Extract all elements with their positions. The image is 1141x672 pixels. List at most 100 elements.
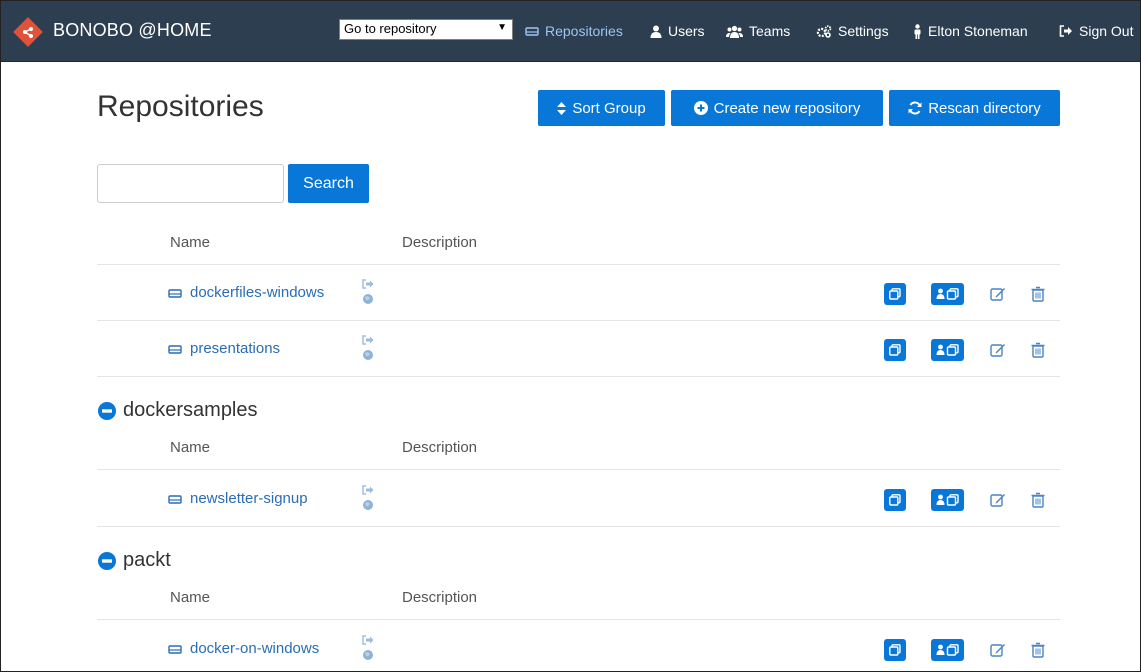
go-to-repository-select[interactable]: Go to repository ▼ xyxy=(339,19,513,40)
user-icon xyxy=(650,25,662,38)
hdd-icon xyxy=(525,27,539,36)
sort-group-button[interactable]: Sort Group xyxy=(538,90,665,126)
repo-status-icons xyxy=(362,335,374,360)
nav-teams-label: Teams xyxy=(749,23,791,39)
create-repository-button[interactable]: Create new repository xyxy=(671,90,883,126)
repo-link-newsletter-signup[interactable]: newsletter-signup xyxy=(168,490,308,507)
user-clone-icon xyxy=(936,288,959,300)
clone-url-with-user-button[interactable] xyxy=(931,339,964,361)
group-header-packt[interactable]: packt xyxy=(97,549,171,572)
column-header-description: Description xyxy=(402,439,478,456)
clone-url-button[interactable] xyxy=(884,639,906,661)
user-clone-icon xyxy=(936,344,959,356)
edit-icon[interactable] xyxy=(990,642,1006,658)
globe-icon xyxy=(363,294,373,304)
nav-teams[interactable]: Teams xyxy=(726,21,790,41)
group-title: packt xyxy=(123,549,171,571)
create-repository-label: Create new repository xyxy=(713,99,861,117)
clone-icon xyxy=(889,288,901,300)
nav-user-label: Elton Stoneman xyxy=(928,23,1028,39)
globe-icon xyxy=(363,650,373,660)
group-title: dockersamples xyxy=(123,399,258,421)
repo-status-icons xyxy=(362,485,374,510)
column-header-name: Name xyxy=(170,234,211,251)
column-header-name: Name xyxy=(170,439,211,456)
nav-user-profile[interactable]: Elton Stoneman xyxy=(913,21,1028,41)
row-divider xyxy=(97,526,1060,527)
hdd-icon xyxy=(168,494,182,504)
sign-out-icon xyxy=(1059,25,1072,37)
edit-icon[interactable] xyxy=(990,286,1006,302)
row-divider xyxy=(97,320,1060,321)
trash-icon[interactable] xyxy=(1030,342,1046,358)
nav-settings-label: Settings xyxy=(838,23,889,39)
user-clone-icon xyxy=(936,494,959,506)
edit-icon[interactable] xyxy=(990,342,1006,358)
clone-url-with-user-button[interactable] xyxy=(931,489,964,511)
nav-users-label: Users xyxy=(668,23,705,39)
rescan-directory-label: Rescan directory xyxy=(928,99,1041,117)
clone-url-button[interactable] xyxy=(884,283,906,305)
clone-icon xyxy=(889,494,901,506)
top-navbar: BONOBO @HOME Go to repository ▼ Reposito… xyxy=(0,0,1141,62)
hdd-icon xyxy=(168,344,182,354)
minus-circle-icon xyxy=(98,551,116,570)
repo-name: presentations xyxy=(190,340,281,357)
repo-link-docker-on-windows[interactable]: docker-on-windows xyxy=(168,640,319,657)
row-divider xyxy=(97,264,1060,265)
column-header-description: Description xyxy=(402,234,478,251)
repo-status-icons xyxy=(362,635,374,660)
row-divider xyxy=(97,469,1060,470)
repo-name: docker-on-windows xyxy=(190,640,320,657)
search-input[interactable] xyxy=(97,164,284,203)
repo-status-icons xyxy=(362,279,374,304)
row-divider xyxy=(97,376,1060,377)
repo-name: dockerfiles-windows xyxy=(190,284,325,301)
column-header-name: Name xyxy=(170,589,211,606)
group-header-dockersamples[interactable]: dockersamples xyxy=(97,399,258,422)
column-header-description: Description xyxy=(402,589,478,606)
search-button[interactable]: Search xyxy=(288,164,369,203)
clone-url-with-user-button[interactable] xyxy=(931,283,964,305)
trash-icon[interactable] xyxy=(1030,642,1046,658)
group-icon xyxy=(726,25,743,38)
clone-icon xyxy=(889,644,901,656)
clone-url-button[interactable] xyxy=(884,339,906,361)
page-title: Repositories xyxy=(97,90,264,123)
repo-select-value: Go to repository xyxy=(344,21,437,36)
user-male-icon xyxy=(914,23,921,39)
plus-circle-icon xyxy=(693,101,708,115)
brand-title[interactable]: BONOBO @HOME xyxy=(53,20,212,41)
repo-link-dockerfiles-windows[interactable]: dockerfiles-windows xyxy=(168,284,324,301)
clone-url-with-user-button[interactable] xyxy=(931,639,964,661)
rescan-directory-button[interactable]: Rescan directory xyxy=(889,90,1060,126)
minus-circle-icon xyxy=(98,401,116,420)
nav-settings[interactable]: Settings xyxy=(816,21,889,41)
nav-users[interactable]: Users xyxy=(650,21,705,41)
nav-sign-out-label: Sign Out xyxy=(1079,23,1134,39)
repo-name: newsletter-signup xyxy=(190,490,308,507)
push-status-icon xyxy=(362,279,374,289)
clone-url-button[interactable] xyxy=(884,489,906,511)
hdd-icon xyxy=(168,288,182,298)
push-status-icon xyxy=(362,485,374,495)
row-divider xyxy=(97,619,1060,620)
dropdown-arrow-icon: ▼ xyxy=(497,22,507,33)
nav-repositories[interactable]: Repositories xyxy=(525,21,623,41)
cogs-icon xyxy=(816,24,832,38)
trash-icon[interactable] xyxy=(1030,286,1046,302)
refresh-icon xyxy=(908,101,922,115)
sort-icon xyxy=(557,101,567,115)
edit-icon[interactable] xyxy=(990,492,1006,508)
git-diamond-icon[interactable] xyxy=(13,17,43,47)
push-status-icon xyxy=(362,335,374,345)
nav-sign-out[interactable]: Sign Out xyxy=(1059,21,1133,41)
push-status-icon xyxy=(362,635,374,645)
globe-icon xyxy=(363,500,373,510)
trash-icon[interactable] xyxy=(1030,492,1046,508)
repo-link-presentations[interactable]: presentations xyxy=(168,340,280,357)
user-clone-icon xyxy=(936,644,959,656)
hdd-icon xyxy=(168,644,182,654)
nav-repositories-label: Repositories xyxy=(545,23,623,39)
sort-group-label: Sort Group xyxy=(572,99,646,117)
